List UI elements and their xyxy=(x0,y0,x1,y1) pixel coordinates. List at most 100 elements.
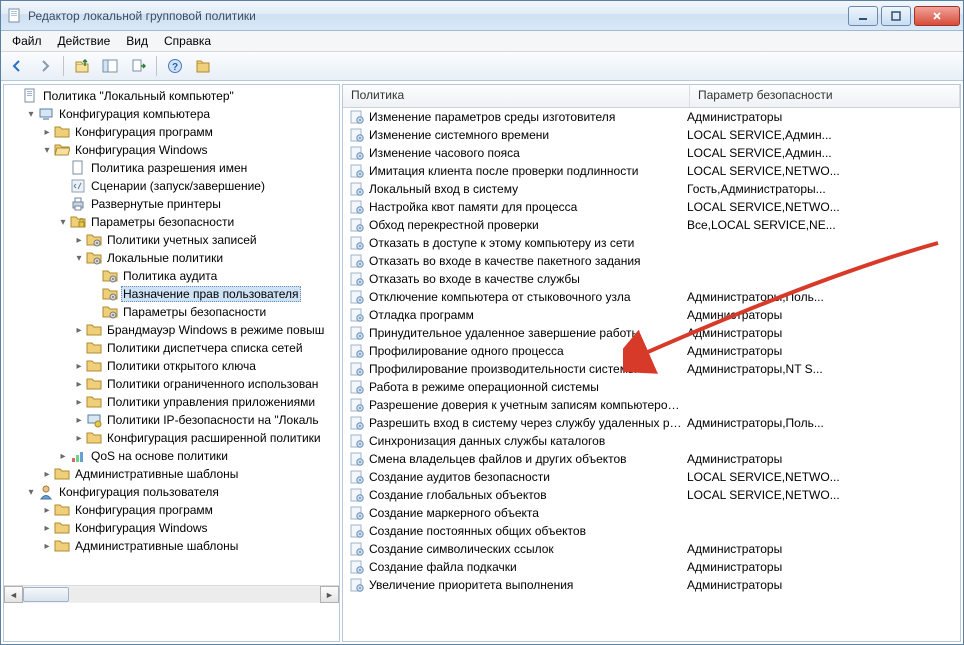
tree-twist-icon[interactable]: ▸ xyxy=(72,415,86,426)
tree-node[interactable]: Сценарии (запуск/завершение) xyxy=(4,177,339,195)
policy-row[interactable]: Разрешение доверия к учетным записям ком… xyxy=(343,396,960,414)
tree-twist-icon[interactable]: ▸ xyxy=(40,523,54,534)
tree-twist-icon[interactable]: ▸ xyxy=(40,541,54,552)
policy-row[interactable]: Отказать во входе в качестве службы xyxy=(343,270,960,288)
policy-row[interactable]: Работа в режиме операционной системы xyxy=(343,378,960,396)
policy-row[interactable]: Локальный вход в системуГость,Администра… xyxy=(343,180,960,198)
tree-twist-icon[interactable]: ▸ xyxy=(40,469,54,480)
policy-row[interactable]: Изменение параметров среды изготовителяА… xyxy=(343,108,960,126)
tree-twist-icon[interactable]: ▸ xyxy=(40,127,54,138)
scroll-right-icon[interactable]: ► xyxy=(320,586,339,603)
nav-back-button[interactable] xyxy=(5,54,29,78)
column-header-policy[interactable]: Политика xyxy=(343,85,690,107)
policy-row[interactable]: Обход перекрестной проверкиВсе,LOCAL SER… xyxy=(343,216,960,234)
menu-view[interactable]: Вид xyxy=(119,33,155,49)
tree-pane[interactable]: Политика "Локальный компьютер"▾Конфигура… xyxy=(3,84,340,642)
tree-node[interactable]: ▸Политики IP-безопасности на "Локаль xyxy=(4,411,339,429)
tree-twist-icon[interactable]: ▸ xyxy=(72,397,86,408)
tree-node[interactable]: ▸Политики управления приложениями xyxy=(4,393,339,411)
policy-row[interactable]: Синхронизация данных службы каталогов xyxy=(343,432,960,450)
menu-file[interactable]: Файл xyxy=(5,33,49,49)
tree-node[interactable]: ▸Административные шаблоны xyxy=(4,537,339,555)
tree-node[interactable]: ▾Конфигурация пользователя xyxy=(4,483,339,501)
tree-node[interactable]: ▸Конфигурация Windows xyxy=(4,519,339,537)
tree-twist-icon[interactable]: ▸ xyxy=(72,361,86,372)
export-list-button[interactable] xyxy=(126,54,150,78)
policy-row[interactable]: Изменение системного времениLOCAL SERVIC… xyxy=(343,126,960,144)
tree-node[interactable]: ▾Параметры безопасности xyxy=(4,213,339,231)
tree-twist-icon[interactable]: ▾ xyxy=(56,217,70,228)
tree-horizontal-scrollbar[interactable]: ◄ ► xyxy=(4,585,339,603)
maximize-button[interactable] xyxy=(881,6,911,26)
policy-row[interactable]: Изменение часового поясаLOCAL SERVICE,Ад… xyxy=(343,144,960,162)
column-header-security[interactable]: Параметр безопасности xyxy=(690,85,960,107)
tree-node[interactable]: ▾Конфигурация компьютера xyxy=(4,105,339,123)
tree-node[interactable]: ▸Административные шаблоны xyxy=(4,465,339,483)
policy-item-icon xyxy=(349,253,365,269)
policy-row[interactable]: Настройка квот памяти для процессаLOCAL … xyxy=(343,198,960,216)
policy-row[interactable]: Увеличение приоритета выполненияАдминист… xyxy=(343,576,960,594)
tree-twist-icon[interactable]: ▸ xyxy=(72,325,86,336)
menu-help[interactable]: Справка xyxy=(157,33,218,49)
policy-item-icon xyxy=(349,127,365,143)
tree-twist-icon[interactable]: ▾ xyxy=(24,487,38,498)
policy-row[interactable]: Создание символических ссылокАдминистрат… xyxy=(343,540,960,558)
app-icon xyxy=(7,8,23,24)
policy-row[interactable]: Отладка программАдминистраторы xyxy=(343,306,960,324)
tree-twist-icon[interactable]: ▾ xyxy=(72,253,86,264)
tree-node[interactable]: Политика аудита xyxy=(4,267,339,285)
policy-row[interactable]: Имитация клиента после проверки подлинно… xyxy=(343,162,960,180)
policy-name: Профилирование одного процесса xyxy=(369,344,683,358)
list-pane: Политика Параметр безопасности Изменение… xyxy=(342,84,961,642)
tree-twist-icon[interactable]: ▸ xyxy=(72,379,86,390)
tree-node[interactable]: Политика "Локальный компьютер" xyxy=(4,87,339,105)
help-button[interactable]: ? xyxy=(163,54,187,78)
policy-row[interactable]: Отключение компьютера от стыковочного уз… xyxy=(343,288,960,306)
policy-row[interactable]: Разрешить вход в систему через службу уд… xyxy=(343,414,960,432)
tree-node[interactable]: ▸Брандмауэр Windows в режиме повыш xyxy=(4,321,339,339)
policy-row[interactable]: Создание постоянных общих объектов xyxy=(343,522,960,540)
policy-row[interactable]: Создание глобальных объектовLOCAL SERVIC… xyxy=(343,486,960,504)
close-button[interactable] xyxy=(914,6,960,26)
policy-row[interactable]: Создание файла подкачкиАдминистраторы xyxy=(343,558,960,576)
policy-row[interactable]: Профилирование производительности систем… xyxy=(343,360,960,378)
policy-item-icon xyxy=(349,289,365,305)
tree-twist-icon[interactable]: ▸ xyxy=(56,451,70,462)
tree-node[interactable]: ▸Политики учетных записей xyxy=(4,231,339,249)
policy-row[interactable]: Создание маркерного объекта xyxy=(343,504,960,522)
tree-node[interactable]: ▸Конфигурация программ xyxy=(4,501,339,519)
tree-node[interactable]: Развернутые принтеры xyxy=(4,195,339,213)
tree-twist-icon[interactable]: ▾ xyxy=(24,109,38,120)
minimize-button[interactable] xyxy=(848,6,878,26)
tree-node[interactable]: ▸Конфигурация расширенной политики xyxy=(4,429,339,447)
folder-icon xyxy=(86,376,102,392)
policy-row[interactable]: Отказать в доступе к этому компьютеру из… xyxy=(343,234,960,252)
nav-forward-button[interactable] xyxy=(33,54,57,78)
tree-twist-icon[interactable]: ▸ xyxy=(72,433,86,444)
menu-action[interactable]: Действие xyxy=(51,33,118,49)
refresh-button[interactable] xyxy=(191,54,215,78)
tree-node[interactable]: Политики диспетчера списка сетей xyxy=(4,339,339,357)
tree-node[interactable]: Параметры безопасности xyxy=(4,303,339,321)
tree-node[interactable]: ▾Локальные политики xyxy=(4,249,339,267)
tree-node[interactable]: ▸Политики открытого ключа xyxy=(4,357,339,375)
policy-setting: Администраторы xyxy=(683,542,960,556)
tree-node[interactable]: Назначение прав пользователя xyxy=(4,285,339,303)
show-hide-tree-button[interactable] xyxy=(98,54,122,78)
tree-node[interactable]: ▸QoS на основе политики xyxy=(4,447,339,465)
policy-list[interactable]: Изменение параметров среды изготовителяА… xyxy=(343,108,960,641)
tree-node[interactable]: ▸Конфигурация программ xyxy=(4,123,339,141)
tree-node[interactable]: ▸Политики ограниченного использован xyxy=(4,375,339,393)
tree-node[interactable]: ▾Конфигурация Windows xyxy=(4,141,339,159)
policy-row[interactable]: Принудительное удаленное завершение рабо… xyxy=(343,324,960,342)
up-level-button[interactable] xyxy=(70,54,94,78)
tree-twist-icon[interactable]: ▾ xyxy=(40,145,54,156)
policy-row[interactable]: Смена владельцев файлов и других объекто… xyxy=(343,450,960,468)
tree-node[interactable]: Политика разрешения имен xyxy=(4,159,339,177)
scroll-left-icon[interactable]: ◄ xyxy=(4,586,23,603)
tree-twist-icon[interactable]: ▸ xyxy=(40,505,54,516)
policy-row[interactable]: Отказать во входе в качестве пакетного з… xyxy=(343,252,960,270)
policy-row[interactable]: Профилирование одного процессаАдминистра… xyxy=(343,342,960,360)
policy-row[interactable]: Создание аудитов безопасностиLOCAL SERVI… xyxy=(343,468,960,486)
tree-twist-icon[interactable]: ▸ xyxy=(72,235,86,246)
